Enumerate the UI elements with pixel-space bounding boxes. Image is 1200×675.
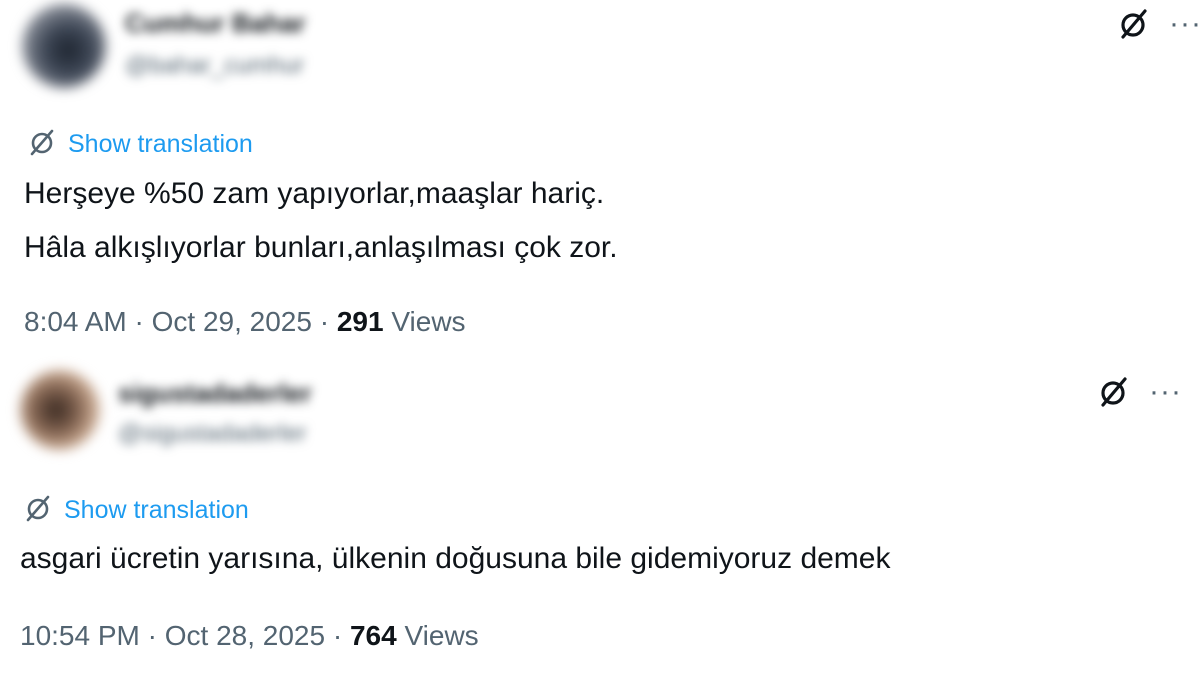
separator: · (332, 620, 343, 651)
translation-row: Show translation (26, 126, 253, 163)
views-count: 291 (336, 306, 384, 337)
tweet-meta: 10:54 PM · Oct 28, 2025 · 764 Views (20, 620, 479, 652)
tweet-actions: ··· (1115, 6, 1200, 42)
tweet-text-line: Herşeye %50 zam yapıyorlar,maaşlar hariç… (24, 177, 605, 210)
tweet[interactable]: Cumhur Bahar @bahar_cumhur ··· Show tran… (0, 0, 1200, 355)
timestamp-link[interactable]: 8:04 AM · Oct 29, 2025 (24, 306, 312, 337)
tweet-text-line: asgari ücretin yarısına, ülkenin doğusun… (20, 542, 891, 575)
show-translation-link[interactable]: Show translation (64, 496, 249, 525)
grok-icon[interactable] (1095, 374, 1131, 410)
translation-row: Show translation (22, 492, 249, 529)
tweet-actions: ··· (1095, 374, 1182, 410)
tweet-date: Oct 29, 2025 (151, 306, 312, 337)
timestamp-link[interactable]: 10:54 PM · Oct 28, 2025 (20, 620, 325, 651)
more-icon[interactable]: ··· (1169, 9, 1200, 39)
avatar[interactable] (20, 370, 100, 450)
tweet-time: 10:54 PM (20, 620, 140, 651)
separator: · (147, 620, 157, 651)
show-translation-link[interactable]: Show translation (68, 130, 253, 159)
grok-icon[interactable] (1115, 6, 1151, 42)
translate-icon (22, 492, 54, 529)
tweet-text-line: Hâla alkışlıyorlar bunları,anlaşılması ç… (24, 231, 618, 264)
separator: · (134, 306, 144, 337)
tweet-time: 8:04 AM (24, 306, 127, 337)
more-icon[interactable]: ··· (1149, 377, 1182, 407)
tweet-text: asgari ücretin yarısına, ülkenin doğusun… (20, 532, 890, 586)
separator: · (319, 306, 330, 337)
avatar[interactable] (22, 4, 106, 88)
display-name[interactable]: Cumhur Bahar (125, 8, 306, 39)
views-label: Views (404, 620, 479, 651)
translate-icon (26, 126, 58, 163)
views-label: Views (391, 306, 466, 337)
tweet[interactable]: sigustadaderler @sigustadaderler ··· Sho… (0, 360, 1200, 675)
tweet-meta: 8:04 AM · Oct 29, 2025 · 291 Views (24, 306, 466, 338)
views-count: 764 (349, 620, 397, 651)
display-name[interactable]: sigustadaderler (118, 378, 312, 409)
tweet-text: Herşeye %50 zam yapıyorlar,maaşlar hariç… (24, 167, 618, 275)
user-handle[interactable]: @bahar_cumhur (125, 52, 304, 80)
user-handle[interactable]: @sigustadaderler (118, 420, 306, 448)
tweet-date: Oct 28, 2025 (164, 620, 326, 651)
